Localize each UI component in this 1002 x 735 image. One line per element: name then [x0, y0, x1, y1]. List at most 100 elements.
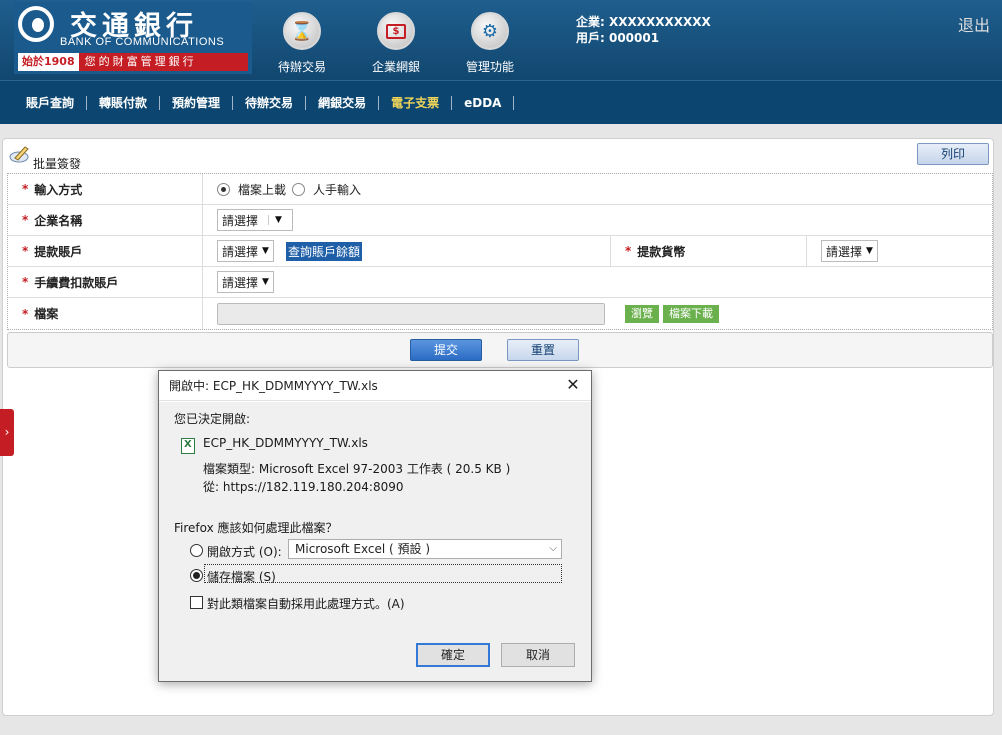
- dropdown-arrow-icon: ▼: [262, 246, 269, 256]
- batch-issue-form: * 輸入方式 檔案上載 人手輸入 * 企業名稱 請選擇 ▼ * 提款賬戶 請選擇 ▼ 查詢…: [7, 173, 993, 330]
- select-value: 請選擇: [826, 244, 863, 259]
- menu-account-inquiry[interactable]: 賬戶查詢: [14, 95, 88, 110]
- dropdown-arrow-icon: ▼: [268, 215, 288, 225]
- nav-label: 企業網銀: [371, 60, 420, 74]
- menu-online-transactions[interactable]: 網銀交易: [306, 95, 380, 110]
- form-row-company: * 企業名稱 請選擇 ▼: [8, 205, 992, 236]
- browse-button[interactable]: 瀏覽: [625, 304, 659, 323]
- account-select[interactable]: 請選擇 ▼: [217, 240, 274, 262]
- reset-button[interactable]: 重置: [507, 339, 579, 361]
- company-field: 請選擇 ▼: [203, 205, 992, 235]
- logo-slogan: 始於1908 您的財富管理銀行: [18, 53, 248, 71]
- menu-transfer-payment[interactable]: 轉賬付款: [87, 95, 161, 110]
- required-mark: *: [22, 182, 29, 196]
- field-label: * 檔案: [8, 298, 203, 329]
- required-mark: *: [22, 244, 29, 258]
- print-button[interactable]: 列印: [917, 143, 989, 165]
- file-path-input[interactable]: [217, 302, 605, 325]
- auto-handle-checkbox[interactable]: [190, 596, 203, 609]
- pen-paper-icon: [9, 146, 29, 163]
- menu-e-cheque[interactable]: 電子支票: [379, 95, 453, 110]
- option-manual-input-label: 人手輸入: [313, 182, 362, 197]
- submit-button[interactable]: 提交: [410, 339, 482, 361]
- radio-file-upload[interactable]: [217, 182, 230, 196]
- file-type: 檔案類型: Microsoft Excel 97-2003 工作表 ( 20.5…: [203, 462, 511, 476]
- required-mark: *: [625, 244, 632, 258]
- menu-edda[interactable]: eDDA: [452, 95, 515, 110]
- field-label: * 企業名稱: [8, 205, 203, 235]
- dialog-title: 開啟中: ECP_HK_DDMMYYYY_TW.xls ✕: [159, 371, 591, 401]
- select-value: 請選擇: [222, 213, 259, 228]
- menu-scheduled[interactable]: 預約管理: [160, 95, 234, 110]
- menu-pending[interactable]: 待辦交易: [233, 95, 307, 110]
- radio-open-with[interactable]: [190, 544, 203, 557]
- currency-field: 請選擇 ▼: [807, 236, 992, 266]
- label-text: 提款賬戶: [34, 244, 83, 259]
- logo-since: 始於1908: [18, 53, 79, 71]
- dropdown-arrow-icon: ▼: [866, 246, 873, 256]
- fee-account-select[interactable]: 請選擇 ▼: [217, 271, 274, 293]
- open-with-label: 開啟方式 (O):: [207, 545, 282, 559]
- label-text: 輸入方式: [34, 182, 83, 197]
- user-info: 企業: XXXXXXXXXXX 用戶: 000001: [576, 14, 711, 46]
- radio-manual-input[interactable]: [292, 182, 306, 196]
- select-value: 請選擇: [222, 244, 259, 259]
- panel-header: 批量簽發 列印: [7, 143, 991, 171]
- form-row-fee-account: * 手續費扣款賬戶 請選擇 ▼: [8, 267, 992, 298]
- query-balance-link[interactable]: 查詢賬戶餘額: [285, 241, 362, 261]
- required-mark: *: [22, 306, 29, 321]
- handle-question: Firefox 應該如何處理此檔案？: [174, 521, 338, 535]
- field-label: * 手續費扣款賬戶: [8, 267, 203, 297]
- company-select[interactable]: 請選擇 ▼: [217, 209, 294, 231]
- application-select[interactable]: Microsoft Excel ( 預設 ) ⌵: [288, 539, 562, 559]
- top-header: 交通銀行 BANK OF COMMUNICATIONS 始於1908 您的財富管理…: [0, 0, 1002, 80]
- select-value: Microsoft Excel ( 預設 ): [295, 542, 431, 556]
- file-name: ECP_HK_DDMMYYYY_TW.xls: [203, 436, 368, 450]
- field-label: * 提款賬戶: [8, 236, 203, 266]
- nav-pending-transactions[interactable]: ⌛ 待辦交易: [257, 12, 347, 75]
- ok-button[interactable]: 確定: [416, 643, 490, 667]
- excel-file-icon: [181, 438, 195, 454]
- file-source: 從: https://182.119.180.204:8090: [203, 480, 404, 494]
- chevron-down-icon: ⌵: [549, 543, 557, 554]
- auto-handle-label: 對此類檔案自動採用此處理方式。(A): [207, 597, 405, 611]
- required-mark: *: [22, 213, 29, 227]
- nav-label: 管理功能: [465, 60, 514, 74]
- file-field: 瀏覽 檔案下載: [203, 298, 992, 329]
- bank-logo[interactable]: 交通銀行 BANK OF COMMUNICATIONS 始於1908 您的財富管理…: [14, 2, 252, 74]
- template-download-button[interactable]: 檔案下載: [663, 304, 719, 323]
- field-label: * 輸入方式: [8, 174, 203, 204]
- monitor-dollar-icon: $: [377, 12, 415, 50]
- form-row-file: * 檔案 瀏覽 檔案下載: [8, 298, 992, 329]
- select-value: 請選擇: [222, 275, 259, 290]
- account-field: 請選擇 ▼ 查詢賬戶餘額: [203, 236, 611, 266]
- field-label: * 提款貨幣: [611, 236, 807, 266]
- dialog-title-text: 開啟中: ECP_HK_DDMMYYYY_TW.xls: [169, 379, 378, 393]
- dropdown-arrow-icon: ▼: [262, 277, 269, 287]
- close-icon[interactable]: ✕: [565, 376, 581, 394]
- option-file-upload-label: 檔案上載: [238, 182, 287, 197]
- hourglass-icon: ⌛: [283, 12, 321, 50]
- label-text: 提款貨幣: [637, 244, 686, 259]
- required-mark: *: [22, 275, 29, 289]
- input-method-options: 檔案上載 人手輸入: [203, 174, 992, 204]
- dialog-body: 您已決定開啟: ECP_HK_DDMMYYYY_TW.xls 檔案類型: Mic…: [159, 402, 591, 681]
- page-title: 批量簽發: [33, 157, 82, 171]
- nav-label: 待辦交易: [277, 60, 326, 74]
- bank-emblem-icon: [18, 6, 54, 42]
- form-actions: 提交 重置: [7, 332, 993, 368]
- radio-save-file[interactable]: [190, 569, 203, 582]
- label-text: 檔案: [34, 307, 59, 321]
- nav-corporate-banking[interactable]: $ 企業網銀: [351, 12, 441, 75]
- nav-management[interactable]: ⚙ 管理功能: [445, 12, 535, 75]
- cancel-button[interactable]: 取消: [501, 643, 575, 667]
- currency-select[interactable]: 請選擇 ▼: [821, 240, 878, 262]
- decided-text: 您已決定開啟:: [174, 412, 251, 426]
- logout-link[interactable]: 退出: [958, 12, 990, 36]
- form-row-input-method: * 輸入方式 檔案上載 人手輸入: [8, 174, 992, 205]
- label-text: 手續費扣款賬戶: [34, 275, 119, 290]
- side-expand-tab[interactable]: ›: [0, 409, 14, 456]
- open-file-dialog: 開啟中: ECP_HK_DDMMYYYY_TW.xls ✕ 您已決定開啟: EC…: [158, 370, 592, 682]
- fee-account-field: 請選擇 ▼: [203, 267, 992, 297]
- main-menu: 賬戶查詢 轉賬付款 預約管理 待辦交易 網銀交易 電子支票 eDDA: [0, 80, 1002, 124]
